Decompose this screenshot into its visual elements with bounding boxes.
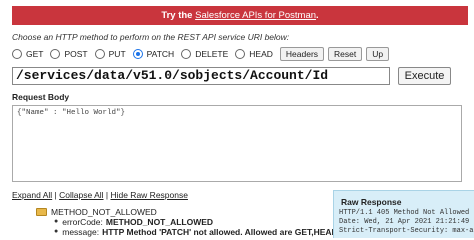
tree-root-label: METHOD_NOT_ALLOWED — [51, 207, 157, 217]
method-delete[interactable]: DELETE — [181, 49, 228, 59]
radio-get[interactable] — [12, 49, 22, 59]
radio-patch[interactable] — [132, 49, 143, 59]
radio-head[interactable] — [235, 49, 246, 59]
error-code-value: METHOD_NOT_ALLOWED — [105, 217, 214, 227]
raw-response-line: Strict-Transport-Security: max-a — [339, 227, 474, 235]
bullet-icon: ● — [54, 228, 59, 235]
response-tree: METHOD_NOT_ALLOWED ● errorCode: METHOD_NOT… — [36, 207, 338, 237]
response-links: Expand All | Collapse All | Hide Raw Res… — [12, 190, 188, 200]
tree-node-error-code: ● errorCode: METHOD_NOT_ALLOWED — [36, 217, 338, 227]
expand-all-link[interactable]: Expand All — [12, 190, 52, 200]
method-patch-label: PATCH — [146, 49, 175, 59]
request-body-label: Request Body — [12, 92, 70, 102]
method-delete-label: DELETE — [195, 49, 229, 59]
banner-suffix: . — [316, 10, 319, 21]
method-post[interactable]: POST — [50, 49, 88, 59]
promo-banner: Try the Salesforce APIs for Postman. — [12, 6, 468, 25]
raw-response-title: Raw Response — [341, 197, 402, 207]
request-body-textarea[interactable]: {"Name" : "Hello World"} — [12, 105, 462, 182]
message-value: HTTP Method 'PATCH' not allowed. Allowed… — [102, 227, 338, 237]
radio-delete[interactable] — [181, 49, 192, 59]
message-key: message: — [62, 227, 100, 237]
folder-icon — [36, 208, 47, 216]
tree-node-message: ● message: HTTP Method 'PATCH' not allowed… — [36, 227, 338, 237]
headers-button[interactable]: Headers — [279, 47, 325, 61]
method-post-label: POST — [64, 49, 88, 59]
method-head[interactable]: HEAD — [235, 49, 273, 59]
error-code-key: errorCode: — [62, 217, 103, 227]
method-head-label: HEAD — [249, 49, 273, 59]
banner-prefix: Try the — [161, 10, 196, 21]
http-method-group: GET POST PUT PATCH DELETE HEAD Headers R… — [12, 46, 393, 62]
method-get-label: GET — [26, 49, 44, 59]
up-button[interactable]: Up — [366, 47, 390, 61]
execute-button[interactable]: Execute — [398, 67, 451, 85]
raw-response-line: Date: Wed, 21 Apr 2021 21:21:49 — [339, 218, 470, 226]
raw-response-line: HTTP/1.1 405 Method Not Allowed — [339, 209, 470, 217]
method-patch[interactable]: PATCH — [132, 49, 175, 59]
radio-post[interactable] — [50, 49, 61, 59]
method-put-label: PUT — [108, 49, 126, 59]
tree-node-root[interactable]: METHOD_NOT_ALLOWED — [36, 207, 338, 217]
method-get[interactable]: GET — [12, 49, 43, 59]
bullet-icon: ● — [54, 218, 59, 225]
salesforce-apis-postman-link[interactable]: Salesforce APIs for Postman — [195, 10, 316, 21]
method-instruction: Choose an HTTP method to perform on the … — [12, 32, 290, 42]
uri-input[interactable]: /services/data/v51.0/sobjects/Account/Id — [12, 67, 390, 85]
radio-put[interactable] — [94, 49, 105, 59]
collapse-all-link[interactable]: Collapse All — [59, 190, 103, 200]
reset-button[interactable]: Reset — [328, 47, 363, 61]
method-put[interactable]: PUT — [94, 49, 126, 59]
hide-raw-response-link[interactable]: Hide Raw Response — [110, 190, 187, 200]
raw-response-panel: Raw Response HTTP/1.1 405 Method Not All… — [333, 190, 474, 238]
